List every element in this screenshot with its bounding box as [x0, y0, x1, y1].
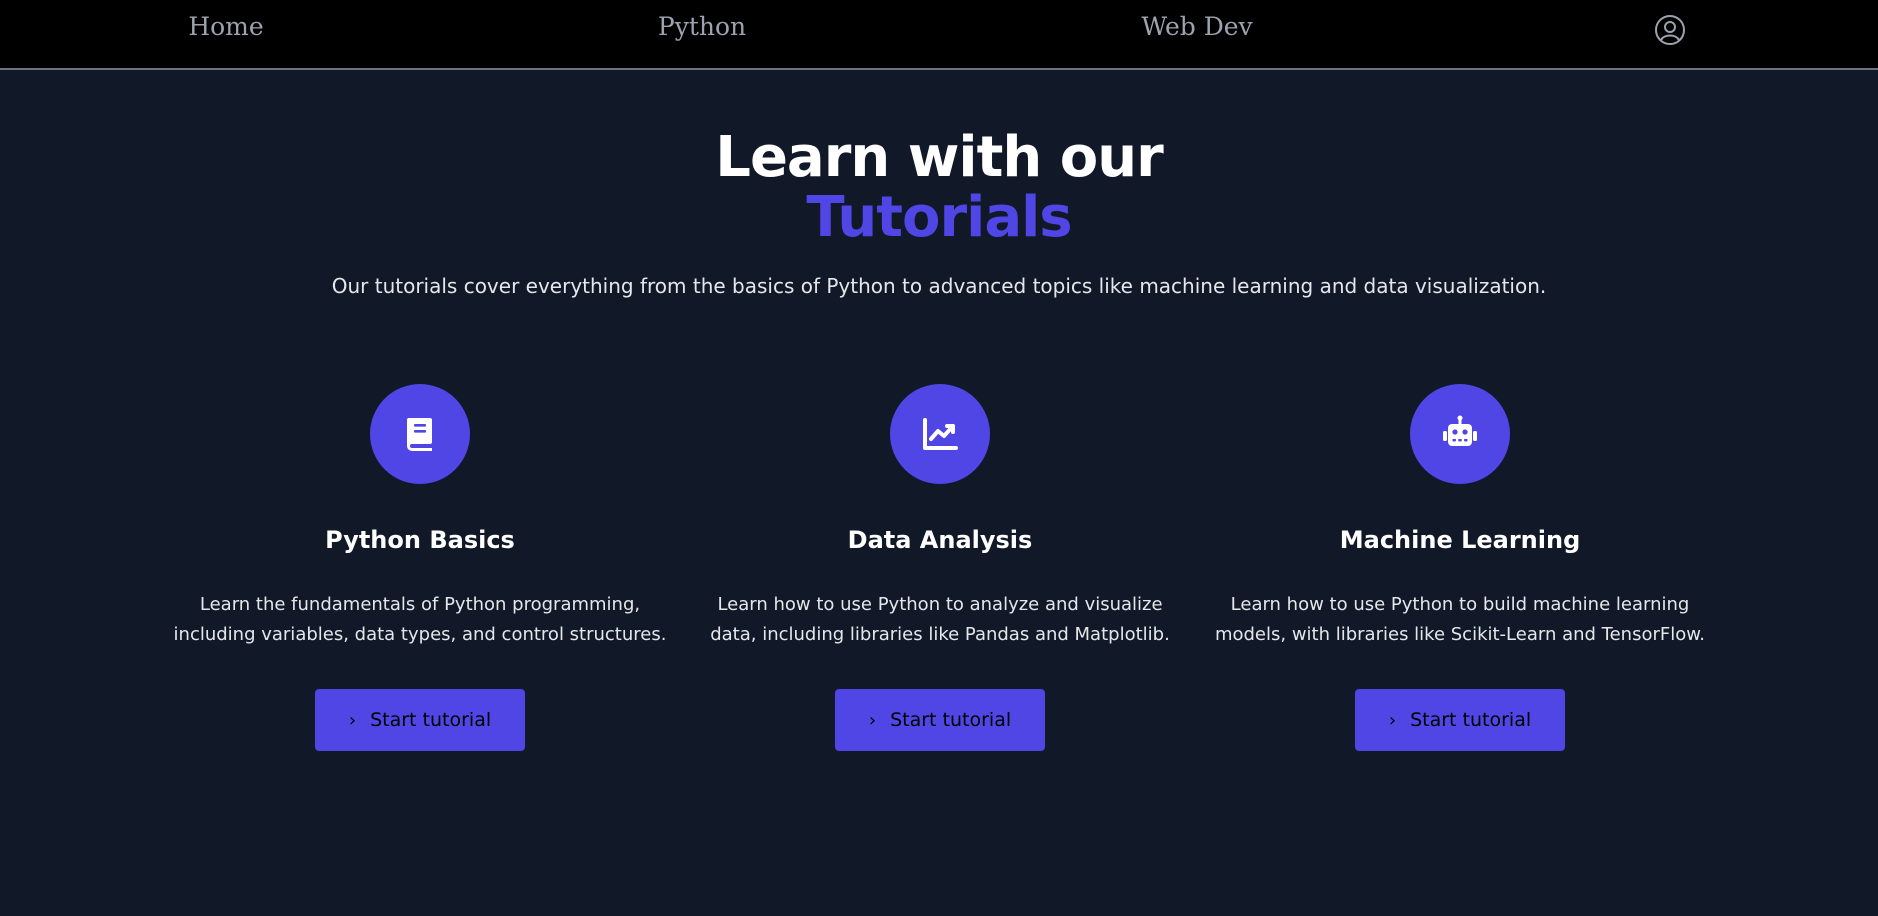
chart-line-icon — [890, 384, 990, 484]
nav-home-link[interactable]: Home — [188, 12, 263, 41]
card-description: Learn how to use Python to analyze and v… — [690, 590, 1190, 650]
book-icon — [370, 384, 470, 484]
card-description-line1: Learn how to use Python to build machine… — [1230, 594, 1690, 615]
chevron-right-icon: › — [348, 710, 357, 731]
start-tutorial-label: Start tutorial — [1410, 709, 1532, 731]
card-description-line2: models, with libraries like Scikit-Learn… — [1214, 624, 1706, 645]
user-circle-icon[interactable] — [1654, 14, 1686, 46]
start-tutorial-label: Start tutorial — [370, 709, 492, 731]
page-title-accent: Tutorials — [806, 185, 1072, 250]
start-tutorial-button[interactable]: › Start tutorial — [1355, 689, 1565, 751]
nav-python-link[interactable]: Python — [658, 12, 746, 41]
start-tutorial-button[interactable]: › Start tutorial — [315, 689, 525, 751]
page-title: Learn with our Tutorials — [0, 128, 1878, 248]
start-tutorial-label: Start tutorial — [890, 709, 1012, 731]
top-nav: Home Python Web Dev — [0, 0, 1878, 70]
chevron-right-icon: › — [1388, 710, 1397, 731]
card-title: Machine Learning — [1339, 526, 1581, 554]
nav-webdev-link[interactable]: Web Dev — [1141, 12, 1252, 41]
tutorial-card-python-basics: Python Basics Learn the fundamentals of … — [170, 384, 670, 764]
card-description-line2: data, including libraries like Pandas an… — [710, 624, 1170, 645]
card-description: Learn how to use Python to build machine… — [1210, 590, 1710, 650]
page-subtitle: Our tutorials cover everything from the … — [331, 274, 1547, 298]
page-title-line1: Learn with our — [715, 125, 1163, 190]
robot-icon — [1410, 384, 1510, 484]
card-title: Python Basics — [325, 526, 515, 554]
card-title: Data Analysis — [847, 526, 1033, 554]
card-description: Learn the fundamentals of Python program… — [170, 590, 670, 650]
start-tutorial-button[interactable]: › Start tutorial — [835, 689, 1045, 751]
card-description-line1: Learn the fundamentals of Python program… — [199, 594, 641, 615]
card-description-line1: Learn how to use Python to analyze and v… — [717, 594, 1163, 615]
card-description-line2: including variables, data types, and con… — [173, 624, 667, 645]
tutorial-card-machine-learning: Machine Learning Learn how to use Python… — [1210, 384, 1710, 764]
chevron-right-icon: › — [868, 710, 877, 731]
tutorial-card-data-analysis: Data Analysis Learn how to use Python to… — [690, 384, 1190, 764]
